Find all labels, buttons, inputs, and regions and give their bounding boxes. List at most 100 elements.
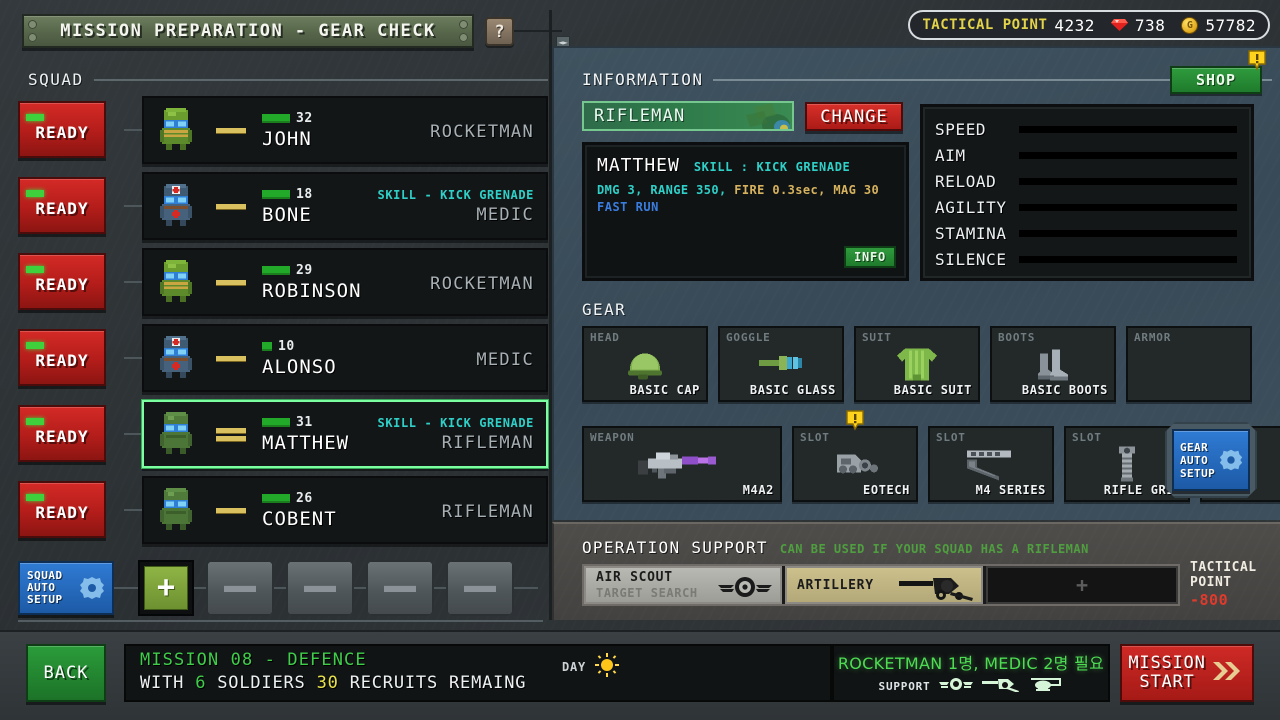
stat-track: [1019, 177, 1237, 185]
gear-slot-type: ARMOR: [1134, 331, 1172, 344]
level-bar: [262, 265, 290, 275]
ready-label: READY: [35, 503, 89, 522]
squad-row[interactable]: READY 26 COBENT RIFLEMAN: [18, 476, 548, 552]
status-led-icon: [26, 266, 44, 273]
soldier-card[interactable]: 10 ALONSO MEDIC: [142, 324, 548, 392]
operation-support-hint: CAN BE USED IF YOUR SQUAD HAS A RIFLEMAN: [779, 542, 1089, 556]
class-display[interactable]: RIFLEMAN: [582, 101, 794, 131]
decor-wire: [124, 433, 142, 435]
support-card-artillery[interactable]: ARTILLERY: [785, 566, 983, 604]
stock-icon: [963, 446, 1019, 486]
ready-button[interactable]: READY: [18, 481, 106, 538]
soldier-card[interactable]: 31 MATTHEW SKILL - KICK GRENADE RIFLEMAN: [142, 400, 548, 468]
dash-icon: [304, 585, 336, 592]
boots-icon: [1034, 346, 1072, 388]
soldier-card[interactable]: 32 JOHN ROCKETMAN: [142, 96, 548, 164]
described-soldier-name: MATTHEW: [597, 155, 680, 176]
add-soldier-slot[interactable]: +: [138, 560, 194, 616]
gear-item-name: BASIC BOOTS: [1021, 383, 1108, 397]
soldier-card[interactable]: 29 ROBINSON ROCKETMAN: [142, 248, 548, 316]
info-button[interactable]: INFO: [844, 246, 896, 268]
rank-display: [200, 279, 262, 285]
squad-label: SQUAD: [28, 70, 84, 89]
artillery-icon: [982, 676, 1020, 696]
gear-slot-goggle[interactable]: GOGGLE BASIC GLASS: [718, 326, 844, 402]
support-subtitle: TARGET SEARCH: [596, 586, 698, 600]
gear-auto-setup-button[interactable]: GEAR AUTO SETUP: [1172, 429, 1250, 491]
gear-slot-type: SLOT: [800, 431, 830, 444]
operation-support-header: OPERATION SUPPORT CAN BE USED IF YOUR SQ…: [582, 538, 1089, 557]
rank-bar: [216, 507, 246, 513]
squad-row[interactable]: READY 10 ALONSO MEDIC: [18, 324, 548, 400]
ready-button[interactable]: READY: [18, 101, 106, 158]
soldier-description-box: MATTHEW SKILL : KICK GRENADE DMG 3, RANG…: [582, 142, 909, 281]
change-class-button[interactable]: CHANGE: [805, 102, 903, 131]
stat-label: STAMINA: [935, 223, 1007, 243]
gear-auto-line-3: SETUP: [1180, 466, 1216, 480]
gear-slot-armor[interactable]: ARMOR: [1126, 326, 1252, 402]
gear-item-name: BASIC CAP: [629, 383, 700, 397]
tactical-point-resource: TACTICAL POINT 4232: [922, 16, 1095, 35]
decor-wire: [514, 30, 562, 32]
weapon-stats-secondary: FIRE 0.3sec, MAG 30: [734, 183, 880, 197]
squad-row[interactable]: READY 32 JOHN ROCKETMAN: [18, 96, 548, 172]
squad-auto-setup-button[interactable]: SQUAD AUTO SETUP: [18, 561, 114, 615]
soldier-level: 18: [296, 186, 313, 202]
soldier-class: RIFLEMAN: [441, 501, 534, 522]
squad-row[interactable]: READY 31 MATTHEW SKILL - KICK GRENADE RIFLEM…: [18, 400, 574, 476]
start-line-1: MISSION: [1128, 653, 1206, 673]
empty-squad-slot[interactable]: [366, 560, 434, 616]
soldier-card[interactable]: 18 BONE SKILL - KICK GRENADE MEDIC: [142, 172, 548, 240]
gear-slot-boots[interactable]: BOOTS BASIC BOOTS: [990, 326, 1116, 402]
ready-button[interactable]: READY: [18, 253, 106, 310]
mission-start-button[interactable]: MISSION START: [1120, 644, 1254, 702]
support-card-empty-slot[interactable]: +: [986, 566, 1178, 604]
window-title-bar: MISSION PREPARATION - GEAR CHECK: [22, 14, 474, 48]
gear-auto-line-1: GEAR: [1180, 440, 1209, 454]
squad-row[interactable]: READY 29 ROBINSON ROCKETMAN: [18, 248, 548, 324]
artillery-icon: [897, 572, 975, 606]
weapon-slot-2[interactable]: SLOT M4 SERIES: [928, 426, 1054, 502]
status-led-icon: [26, 342, 44, 349]
empty-squad-slot[interactable]: [286, 560, 354, 616]
air-scout-icon: [939, 677, 974, 696]
stat-track: [1019, 255, 1237, 263]
soldier-name: BONE: [262, 203, 312, 226]
gear-cog-icon: [78, 574, 106, 602]
weapon-slot-primary[interactable]: WEAPON M4A2: [582, 426, 782, 502]
ready-label: READY: [35, 123, 89, 142]
soldier-level: 10: [278, 338, 295, 354]
question-mark-icon: ?: [494, 21, 505, 42]
gear-item-name: BASIC SUIT: [893, 383, 972, 397]
gear-slot-suit[interactable]: SUIT BASIC SUIT: [854, 326, 980, 402]
gear-section-header: GEAR: [582, 300, 1272, 319]
back-button[interactable]: BACK: [26, 644, 106, 702]
mission-requirement-box: ROCKETMAN 1명, MEDIC 2명 필요 SUPPORT: [832, 644, 1110, 702]
ready-button[interactable]: READY: [18, 405, 106, 462]
decor-wire: [124, 509, 142, 511]
level-bar: [262, 341, 272, 351]
ready-button[interactable]: READY: [18, 329, 106, 386]
change-label: CHANGE: [820, 106, 888, 127]
gear-label: GEAR: [582, 300, 627, 319]
weapon-slot-1[interactable]: SLOT EOTECH: [792, 410, 918, 502]
gear-slot-head[interactable]: HEAD BASIC CAP: [582, 326, 708, 402]
level-bar: [262, 189, 290, 199]
rank-bar: [216, 427, 246, 433]
gear-apparel-row: HEAD BASIC CAP GOGGLE BASIC GLASS SUIT BASIC …: [582, 326, 1262, 402]
alert-badge-icon: [846, 410, 864, 432]
empty-squad-slot[interactable]: [446, 560, 514, 616]
day-indicator: DAY: [562, 652, 620, 682]
soldier-perk: FAST RUN: [597, 200, 659, 214]
soldier-class: MEDIC: [476, 349, 534, 370]
support-card-air-scout[interactable]: AIR SCOUT TARGET SEARCH: [584, 566, 782, 604]
squad-row[interactable]: READY 18 BONE SKILL - KICK GRENADE MEDIC: [18, 172, 548, 248]
soldier-name: COBENT: [262, 507, 337, 530]
sun-icon: [594, 652, 620, 682]
help-button[interactable]: ?: [485, 17, 514, 46]
empty-squad-slot[interactable]: [206, 560, 274, 616]
rifleman-avatar: [156, 488, 196, 532]
ready-button[interactable]: READY: [18, 177, 106, 234]
squad-section-header: SQUAD: [28, 70, 548, 89]
soldier-card[interactable]: 26 COBENT RIFLEMAN: [142, 476, 548, 544]
